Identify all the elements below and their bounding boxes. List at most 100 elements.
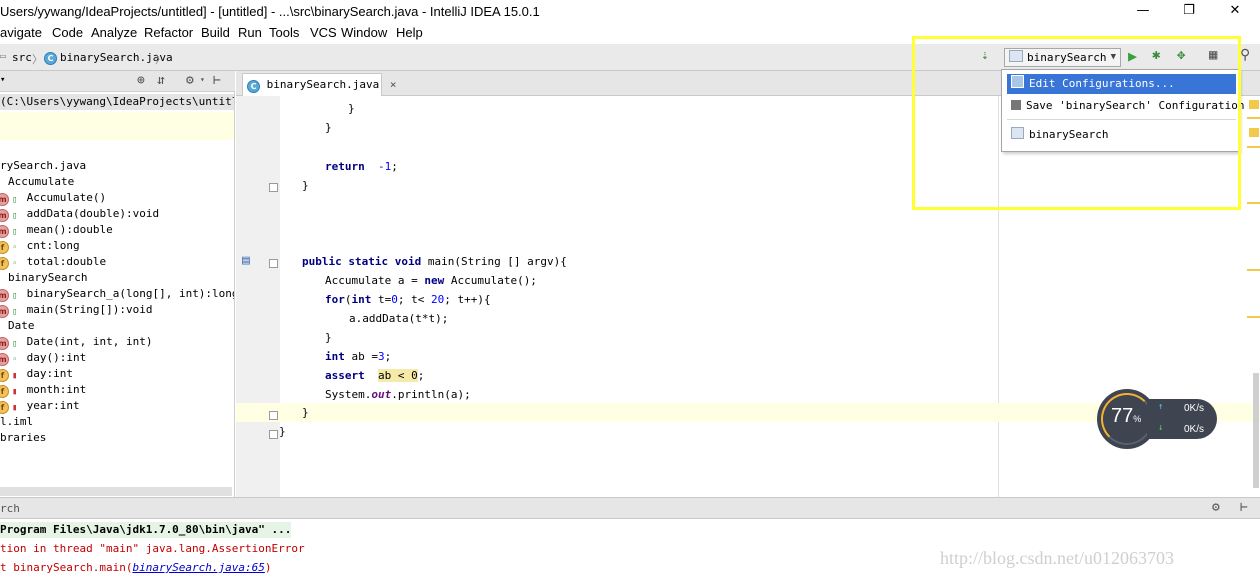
field-icon: f (0, 385, 9, 398)
warning-stripe-marker[interactable] (1247, 202, 1260, 204)
tree-item-label: cnt:long (26, 239, 80, 252)
stack-link[interactable]: binarySearch.java:65 (132, 561, 264, 574)
hide-icon[interactable]: ⊢ (1240, 500, 1248, 515)
fold-marker[interactable] (269, 430, 278, 439)
fold-marker[interactable] (269, 259, 278, 268)
breadcrumb-src[interactable]: src (12, 51, 32, 64)
menu-build[interactable]: Build (201, 25, 230, 40)
fold-marker[interactable] (269, 183, 278, 192)
tree-item[interactable]: f ▮ year:int (0, 398, 80, 414)
maximize-button[interactable]: ❐ (1166, 2, 1212, 22)
tree-item-label: month:int (26, 383, 87, 396)
warning-stripe-marker[interactable] (1247, 146, 1260, 148)
minimize-button[interactable]: — (1120, 2, 1166, 22)
hide-icon[interactable]: ⊢ (213, 73, 221, 88)
tree-item-label: total:double (26, 255, 107, 268)
tree-item[interactable]: m◦ day():int (0, 350, 86, 366)
tree-item[interactable]: l.iml (0, 414, 33, 430)
menu-tools[interactable]: Tools (269, 25, 299, 40)
tree-item-label: binarySearch_a(long[], int):long (26, 287, 235, 300)
warning-stripe-marker[interactable] (1247, 117, 1260, 119)
search-icon[interactable]: ⚲ (1240, 47, 1250, 63)
folder-icon: ▭ (0, 51, 7, 62)
locate-icon[interactable]: ⊕ (137, 73, 145, 88)
tree-item-label: main(String[]):void (26, 303, 153, 316)
menu-vcs[interactable]: VCS (310, 25, 337, 40)
tree-item[interactable]: f ▮ day:int (0, 366, 73, 382)
tree-item[interactable]: m▯ addData(double):void (0, 206, 159, 222)
project-scrollbar[interactable] (0, 487, 232, 496)
field-icon: f (0, 401, 9, 414)
tree-item[interactable]: f ◦ total:double (0, 254, 106, 270)
fold-marker[interactable] (269, 411, 278, 420)
tree-item[interactable]: rySearch.java (0, 158, 86, 174)
tree-item-label: Accumulate (8, 175, 75, 188)
tree-item[interactable]: m▯ mean():double (0, 222, 113, 238)
public-icon: ▯ (12, 291, 18, 301)
title-bar: Users/yywang/IdeaProjects/untitled] - [u… (0, 0, 1260, 24)
package-private-icon: ◦ (12, 243, 18, 253)
tree-item[interactable]: m▯ Accumulate() (0, 190, 106, 206)
tree-item-label: rySearch.java (0, 159, 87, 172)
menu-navigate[interactable]: avigate (0, 25, 42, 40)
tree-item[interactable]: f ▮ month:int (0, 382, 86, 398)
tree-item[interactable]: binarySearch (8, 270, 87, 286)
code-line: } (325, 121, 332, 134)
code-line: } (325, 331, 332, 344)
tree-item[interactable]: Accumulate (8, 174, 74, 190)
tree-item-label: binarySearch (8, 271, 88, 284)
tree-item-label: Date(int, int, int) (26, 335, 153, 348)
network-speed-widget[interactable]: 77% ↑ 0K/s ↓ 0K/s (1097, 389, 1217, 449)
window-title: Users/yywang/IdeaProjects/untitled] - [u… (0, 4, 540, 19)
code-line-main: public static void main(String [] argv){ (302, 255, 567, 268)
download-icon: ↓ (1158, 423, 1164, 433)
menu-run[interactable]: Run (238, 25, 262, 40)
chevron-down-icon[interactable]: ▾ (0, 75, 5, 85)
breadcrumb-separator-2: 〉 (155, 53, 166, 66)
editor-scrollbar-thumb[interactable] (1253, 373, 1259, 488)
tab-binarysearch-java[interactable]: C binarySearch.java × (242, 73, 396, 96)
code-line: } (279, 425, 286, 438)
menu-code[interactable]: Code (52, 25, 83, 40)
console-line-command: Program Files\Java\jdk1.7.0_80\bin\java"… (0, 522, 292, 538)
tree-item[interactable]: m▯ main(String[]):void (0, 302, 152, 318)
code-line: } (348, 102, 355, 115)
console-line-stack: t binarySearch.main(binarySearch.java:65… (0, 561, 272, 574)
usage-percent: 77% (1111, 405, 1142, 427)
tree-item-label: Accumulate() (26, 191, 107, 204)
close-icon[interactable]: × (390, 78, 397, 91)
close-button[interactable]: ✕ (1212, 2, 1258, 22)
tree-item[interactable]: braries (0, 430, 46, 446)
tree-item-label: l.iml (0, 415, 34, 428)
package-private-icon: ◦ (12, 259, 18, 269)
console-line-exception: tion in thread "main" java.lang.Assertio… (0, 542, 305, 555)
collapse-icon[interactable]: ⇵ (157, 73, 165, 88)
chevron-down-icon-2[interactable]: ▾ (200, 75, 205, 84)
menu-help[interactable]: Help (396, 25, 423, 40)
tree-item[interactable]: m▯ binarySearch_a(long[], int):long (0, 286, 235, 302)
public-icon: ▯ (12, 307, 18, 317)
gear-icon[interactable]: ⚙ (186, 73, 194, 88)
method-icon: m (0, 225, 9, 238)
tree-item[interactable]: m▯ Date(int, int, int) (0, 334, 152, 350)
warning-stripe-marker[interactable] (1247, 269, 1260, 271)
error-stripe-marker[interactable] (1249, 100, 1259, 109)
method-icon: m (0, 209, 9, 222)
warning-stripe-marker[interactable] (1249, 128, 1259, 137)
menu-refactor[interactable]: Refactor (144, 25, 193, 40)
menu-window[interactable]: Window (341, 25, 387, 40)
tree-item-label: mean():double (26, 223, 113, 236)
tree-item-label: addData(double):void (26, 207, 160, 220)
tree-item[interactable]: f ◦ cnt:long (0, 238, 80, 254)
gear-icon[interactable]: ⚙ (1212, 500, 1220, 515)
menu-analyze[interactable]: Analyze (91, 25, 137, 40)
console-output[interactable]: Program Files\Java\jdk1.7.0_80\bin\java"… (0, 519, 1260, 579)
warning-stripe-marker[interactable] (1247, 316, 1260, 318)
run-gutter-icon[interactable]: ▤ (242, 253, 250, 268)
tree-item-label: year:int (26, 399, 80, 412)
method-icon: m (0, 337, 9, 350)
breadcrumb-separator: 〉 (32, 53, 43, 66)
tree-item[interactable]: Date (8, 318, 35, 334)
upload-icon: ↑ (1158, 402, 1164, 412)
code-line-for: for(int t=0; t< 20; t++){ (325, 293, 491, 306)
